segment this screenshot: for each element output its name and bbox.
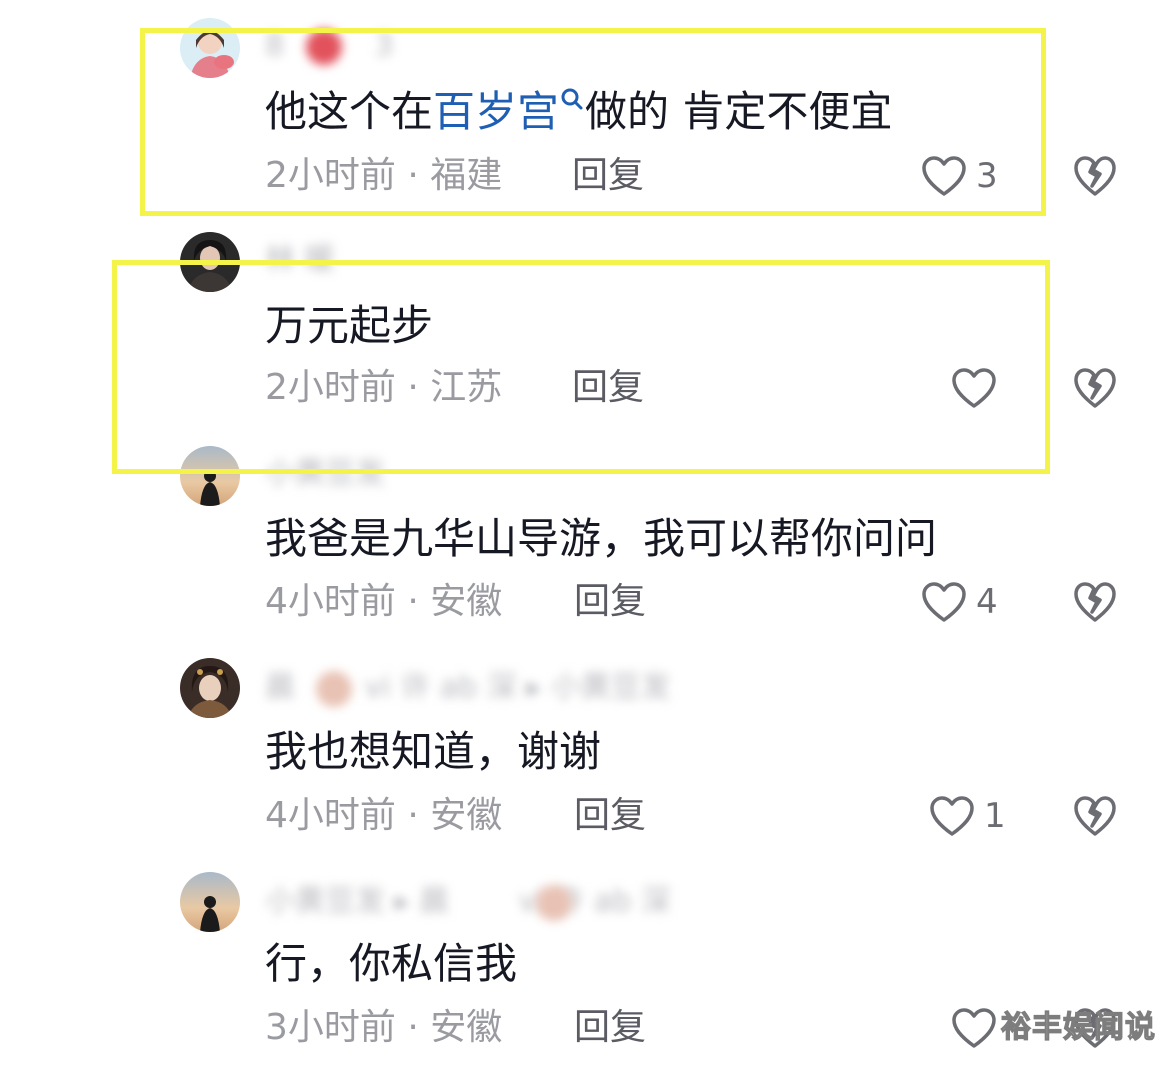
comment-meta: 4小时前 · 安徽 xyxy=(265,795,503,836)
broken-heart-icon[interactable] xyxy=(1072,794,1118,838)
username[interactable]: 小黄豆发 ▸ 晨 vi 许 ab 深 xyxy=(265,882,671,922)
heart-outline-icon xyxy=(922,582,966,622)
like-button[interactable]: 4 xyxy=(920,580,998,624)
like-button[interactable] xyxy=(950,1006,1006,1050)
comment-meta: 4小时前 · 安徽 xyxy=(265,581,503,622)
username-avatar-blur xyxy=(310,668,358,708)
comment-text: 我爸是九华山导游，我可以帮你问问 xyxy=(265,514,938,563)
broken-heart-icon[interactable] xyxy=(1072,154,1118,198)
comment-meta: 3小时前 · 安徽 xyxy=(265,1007,503,1048)
highlight-box xyxy=(112,260,1050,474)
comment-time: 4小时前 xyxy=(265,581,396,622)
reply-button[interactable]: 回复 xyxy=(574,1006,646,1050)
comment-time: 4小时前 xyxy=(265,795,396,836)
highlight-box xyxy=(140,28,1046,216)
comment-location: 安徽 xyxy=(430,581,503,622)
username-avatar-blur xyxy=(530,882,578,922)
comment-location: 安徽 xyxy=(430,795,503,836)
comment-text: 行，你私信我 xyxy=(265,939,518,988)
comment-time: 3小时前 xyxy=(265,1007,396,1048)
like-count: 4 xyxy=(976,582,998,622)
like-button[interactable]: 1 xyxy=(928,794,1006,838)
heart-outline-icon xyxy=(952,1008,996,1048)
avatar[interactable] xyxy=(180,658,240,718)
heart-outline-icon xyxy=(930,796,974,836)
avatar[interactable] xyxy=(180,872,240,932)
broken-heart-icon[interactable] xyxy=(1072,366,1118,410)
reply-button[interactable]: 回复 xyxy=(574,580,646,624)
reply-button[interactable]: 回复 xyxy=(574,794,646,838)
comment-location: 安徽 xyxy=(430,1007,503,1048)
watermark: 裕丰娱闻说 xyxy=(1000,1009,1156,1045)
broken-heart-icon[interactable] xyxy=(1072,580,1118,624)
comment-text: 我也想知道，谢谢 xyxy=(265,727,602,776)
like-count: 1 xyxy=(984,796,1006,836)
